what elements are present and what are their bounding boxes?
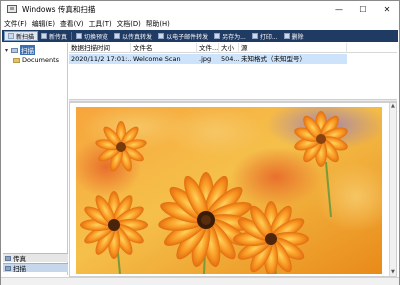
- menu-view[interactable]: 查看(V): [60, 18, 84, 28]
- print-button[interactable]: 打印...: [249, 31, 281, 41]
- forward-as-email-label: 以电子邮件转发: [166, 33, 209, 41]
- new-scan-button[interactable]: 新扫描: [4, 31, 39, 41]
- scan-folder-icon: [11, 47, 18, 53]
- toggle-preview-button[interactable]: 切换预览: [73, 31, 111, 41]
- tree-label-scan: 扫描: [20, 45, 35, 55]
- close-button[interactable]: ✕: [375, 1, 399, 17]
- menu-document[interactable]: 文档(D): [117, 18, 141, 28]
- toggle-preview-label: 切换预览: [84, 33, 109, 41]
- menu-file[interactable]: 文件(F): [4, 18, 27, 28]
- new-fax-label: 新传真: [49, 33, 68, 41]
- minimize-button[interactable]: —: [327, 1, 351, 17]
- column-header-scan-date[interactable]: 数据扫描时间: [69, 43, 131, 53]
- scanner-icon: [8, 33, 14, 39]
- cell-file-name: Welcome Scan: [133, 55, 181, 63]
- forward-as-fax-button[interactable]: 以传真转发: [111, 31, 155, 41]
- fax-icon: [41, 33, 48, 39]
- column-header-file-type[interactable]: 文件...: [197, 43, 219, 53]
- menu-bar: 文件(F) 编辑(E) 查看(V) 工具(T) 文档(D) 帮助(H): [1, 17, 399, 29]
- title-bar: Windows 传真和扫描 — ☐ ✕: [1, 1, 399, 17]
- fax-tab-label: 传真: [13, 255, 26, 263]
- scan-preview-image: [76, 107, 382, 274]
- preview-pane: ▲ ▼: [69, 102, 397, 277]
- cell-source: 未知格式（未知型号）: [241, 55, 306, 63]
- app-window: Windows 传真和扫描 — ☐ ✕ 文件(F) 编辑(E) 查看(V) 工具…: [0, 0, 400, 285]
- column-header-file-name[interactable]: 文件名: [131, 43, 197, 53]
- maximize-button[interactable]: ☐: [351, 1, 375, 17]
- column-header-size[interactable]: 大小: [219, 43, 239, 53]
- print-label: 打印...: [259, 33, 278, 41]
- email-icon: [158, 33, 165, 39]
- scan-tab-label: 扫描: [13, 265, 26, 273]
- fax-tab-icon: [5, 255, 11, 261]
- save-as-label: 另存为...: [222, 33, 246, 41]
- forward-fax-icon: [114, 33, 121, 39]
- document-list: 数据扫描时间 文件名 文件... 大小 源 2020/11/2 17:01:..…: [69, 43, 397, 99]
- cell-scan-date: 2020/11/2 17:01:...: [71, 55, 131, 63]
- scroll-up-arrow-icon[interactable]: ▲: [391, 104, 395, 109]
- delete-button[interactable]: 删除: [281, 31, 307, 41]
- delete-label: 删除: [291, 33, 304, 41]
- forward-as-email-button[interactable]: 以电子邮件转发: [155, 31, 211, 41]
- menu-edit[interactable]: 编辑(E): [32, 18, 55, 28]
- toolbar-separator: [71, 32, 73, 40]
- window-title: Windows 传真和扫描: [22, 4, 96, 14]
- fax-scan-app-icon: [7, 5, 17, 13]
- delete-icon: [283, 33, 290, 39]
- list-header: 数据扫描时间 文件名 文件... 大小 源: [69, 43, 397, 53]
- tree-label-documents: Documents: [22, 56, 60, 64]
- scan-view-tab[interactable]: 扫描: [3, 263, 68, 273]
- toolbar: 新扫描 新传真 切换预览 以传真转发 以电子邮件转发 另存为... 打印...: [2, 30, 398, 42]
- preview-icon: [76, 33, 83, 39]
- menu-tools[interactable]: 工具(T): [89, 18, 112, 28]
- new-scan-label: 新扫描: [16, 33, 35, 41]
- save-icon: [214, 33, 221, 39]
- scroll-down-arrow-icon[interactable]: ▼: [391, 270, 395, 275]
- cell-file-type: .jpg: [199, 55, 212, 63]
- table-row[interactable]: 2020/11/2 17:01:... Welcome Scan .jpg 50…: [69, 54, 347, 64]
- cell-size: 504...: [221, 55, 239, 63]
- scan-tab-icon: [5, 265, 11, 271]
- new-fax-button[interactable]: 新传真: [38, 31, 70, 41]
- fax-view-tab[interactable]: 传真: [3, 253, 68, 263]
- preview-vertical-scrollbar[interactable]: ▲ ▼: [389, 103, 396, 276]
- forward-as-fax-label: 以传真转发: [122, 33, 153, 41]
- column-header-source[interactable]: 源: [239, 43, 347, 53]
- status-bar: [1, 277, 399, 285]
- menu-help[interactable]: 帮助(H): [146, 18, 170, 28]
- tree-item-scan[interactable]: ▾ 扫描: [5, 45, 35, 55]
- folder-icon: [13, 57, 20, 63]
- window-controls: — ☐ ✕: [327, 1, 399, 17]
- save-as-button[interactable]: 另存为...: [211, 31, 249, 41]
- tree-item-documents[interactable]: Documents: [13, 55, 59, 65]
- folder-tree-pane: ▾ 扫描 Documents: [3, 43, 68, 275]
- printer-icon: [251, 33, 258, 39]
